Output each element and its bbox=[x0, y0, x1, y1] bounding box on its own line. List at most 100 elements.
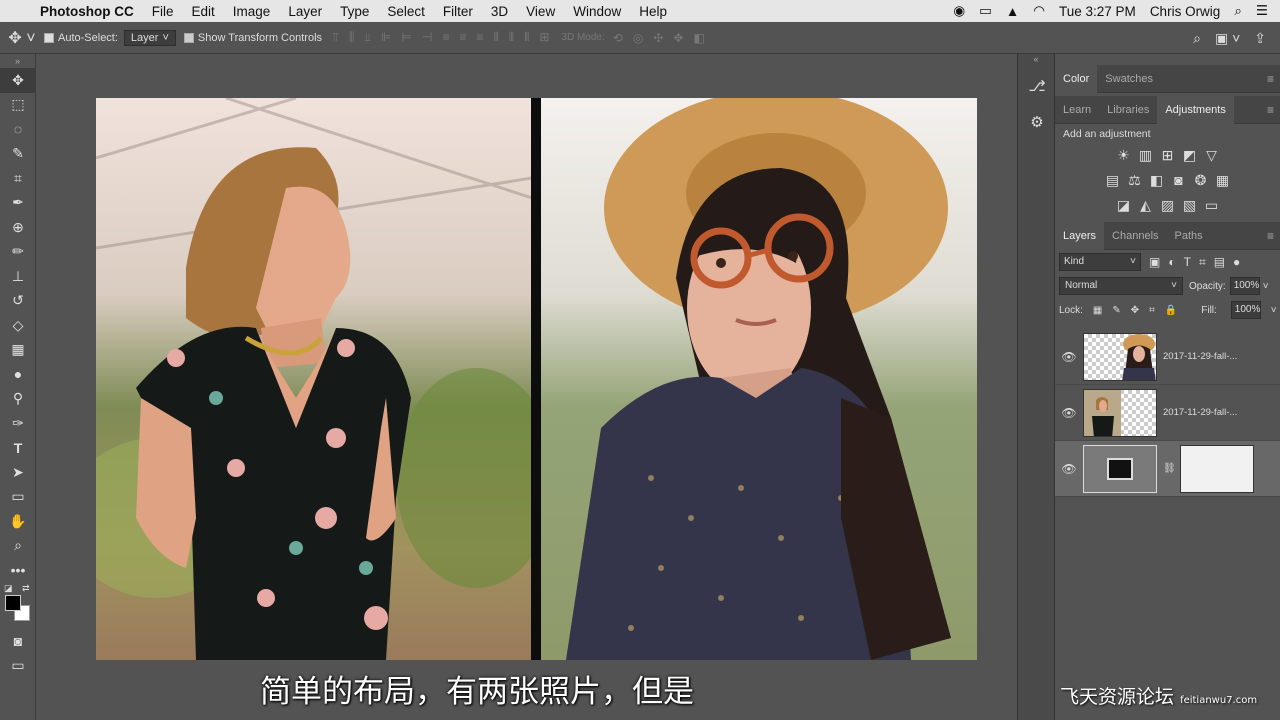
rectangle-tool-icon[interactable]: ▭ bbox=[0, 485, 36, 510]
clock[interactable]: Tue 3:27 PM bbox=[1059, 4, 1136, 19]
channel-mixer-icon[interactable]: ❂ bbox=[1193, 172, 1209, 189]
healing-brush-tool-icon[interactable]: ⊕ bbox=[0, 215, 36, 240]
eraser-tool-icon[interactable]: ◇ bbox=[0, 313, 36, 338]
align-top-icon[interactable]: ⫪ bbox=[332, 30, 339, 45]
filter-type-icon[interactable]: T bbox=[1184, 255, 1191, 269]
filter-toggle-icon[interactable]: ● bbox=[1233, 255, 1240, 269]
user-name[interactable]: Chris Orwig bbox=[1150, 4, 1221, 19]
search-icon[interactable]: ⌕ bbox=[1193, 30, 1201, 47]
distribute-vcenter-icon[interactable]: ≡ bbox=[459, 30, 466, 45]
filter-pixel-icon[interactable]: ▣ bbox=[1149, 255, 1160, 269]
filter-smart-object-icon[interactable]: ▤ bbox=[1214, 255, 1225, 269]
menu-help[interactable]: Help bbox=[639, 4, 667, 19]
properties-panel-icon[interactable]: ⚙ bbox=[1018, 104, 1056, 140]
color-balance-icon[interactable]: ⚖ bbox=[1127, 172, 1143, 189]
spotlight-search-icon[interactable]: ⌕ bbox=[1234, 3, 1242, 19]
chevron-down-icon[interactable]: ˅ bbox=[1263, 281, 1269, 292]
align-right-icon[interactable]: ⊣ bbox=[422, 30, 432, 45]
distribute-hcenter-icon[interactable]: ⦀ bbox=[509, 30, 514, 45]
foreground-color-swatch[interactable] bbox=[5, 594, 21, 611]
lasso-tool-icon[interactable]: ◌ bbox=[0, 117, 36, 142]
layer-row[interactable]: 👁 ⛓ bbox=[1055, 441, 1280, 497]
notification-center-icon[interactable]: ☰ bbox=[1256, 3, 1268, 19]
eyedropper-tool-icon[interactable]: ✒ bbox=[0, 191, 36, 216]
3d-slide-icon[interactable]: ✥ bbox=[673, 31, 683, 45]
layer-row[interactable]: 👁 2017-11-29-fall-... bbox=[1055, 385, 1280, 441]
show-transform-checkbox[interactable] bbox=[183, 32, 194, 43]
hand-tool-icon[interactable]: ✋ bbox=[0, 509, 36, 534]
distribute-bottom-icon[interactable]: ≡ bbox=[476, 30, 483, 45]
airplay-icon[interactable]: ▲ bbox=[1006, 4, 1019, 19]
exposure-icon[interactable]: ◩ bbox=[1182, 147, 1198, 164]
color-lookup-icon[interactable]: ▦ bbox=[1215, 172, 1231, 189]
distribute-left-icon[interactable]: ⦀ bbox=[494, 30, 499, 45]
lock-artboard-icon[interactable]: ⌗ bbox=[1149, 305, 1155, 316]
share-icon[interactable]: ⇪ bbox=[1254, 30, 1266, 47]
pen-tool-icon[interactable]: ✑ bbox=[0, 411, 36, 436]
creative-cloud-icon[interactable]: ◉ bbox=[953, 3, 965, 19]
visibility-eye-icon[interactable]: 👁 bbox=[1055, 406, 1083, 420]
tab-learn[interactable]: Learn bbox=[1055, 96, 1099, 124]
zoom-tool-icon[interactable]: ⌕ bbox=[0, 534, 36, 559]
auto-align-icon[interactable]: ⊞ bbox=[539, 30, 549, 45]
menu-edit[interactable]: Edit bbox=[192, 4, 215, 19]
quick-mask-icon[interactable]: ◙ bbox=[0, 629, 36, 654]
marquee-tool-icon[interactable]: ⬚ bbox=[0, 93, 36, 118]
fill-input[interactable]: 100% bbox=[1230, 301, 1261, 319]
hue-saturation-icon[interactable]: ▤ bbox=[1105, 172, 1121, 189]
lock-pixels-icon[interactable]: ✎ bbox=[1112, 305, 1120, 316]
layer-mask-thumbnail[interactable] bbox=[1179, 444, 1254, 493]
blend-mode-dropdown[interactable]: Normal ˅ bbox=[1059, 277, 1183, 295]
default-colors-icon[interactable]: ◪ bbox=[4, 583, 13, 594]
photo-right[interactable] bbox=[541, 98, 977, 660]
black-white-icon[interactable]: ◧ bbox=[1149, 172, 1165, 189]
align-vcenter-icon[interactable]: ⫼ bbox=[349, 30, 355, 45]
curves-icon[interactable]: ⊞ bbox=[1160, 147, 1176, 164]
blur-tool-icon[interactable]: ● bbox=[0, 362, 36, 387]
panel-menu-icon[interactable]: ≡ bbox=[1267, 96, 1274, 124]
screen-mode-icon[interactable]: ▭ bbox=[0, 653, 36, 678]
align-left-icon[interactable]: ⊫ bbox=[381, 30, 391, 45]
wifi-icon[interactable]: ◠ bbox=[1033, 3, 1045, 19]
panel-menu-icon[interactable]: ≡ bbox=[1267, 222, 1274, 250]
visibility-eye-icon[interactable]: 👁 bbox=[1055, 350, 1083, 364]
posterize-icon[interactable]: ◭ bbox=[1138, 197, 1154, 214]
menu-select[interactable]: Select bbox=[387, 4, 425, 19]
invert-icon[interactable]: ◪ bbox=[1116, 197, 1132, 214]
photo-left[interactable] bbox=[96, 98, 532, 660]
menu-image[interactable]: Image bbox=[233, 4, 271, 19]
chevron-down-icon[interactable]: ˅ bbox=[1271, 305, 1277, 316]
distribute-top-icon[interactable]: ≡ bbox=[442, 30, 449, 45]
auto-select-checkbox[interactable] bbox=[44, 32, 54, 43]
workspace-icon[interactable]: ▣ ˅ bbox=[1215, 30, 1240, 47]
move-tool-preset-icon[interactable]: ✥ ˅ bbox=[0, 28, 44, 48]
display-icon[interactable]: ▭ bbox=[979, 3, 992, 19]
brightness-contrast-icon[interactable]: ☀ bbox=[1116, 147, 1132, 164]
3d-roll-icon[interactable]: ◎ bbox=[633, 31, 643, 45]
3d-pan-icon[interactable]: ✣ bbox=[653, 31, 663, 45]
align-bottom-icon[interactable]: ⫫ bbox=[364, 30, 371, 45]
tab-adjustments[interactable]: Adjustments bbox=[1157, 95, 1234, 124]
brush-tool-icon[interactable]: ✏ bbox=[0, 240, 36, 265]
quick-select-tool-icon[interactable]: ✎ bbox=[0, 142, 36, 167]
panel-menu-icon[interactable]: ≡ bbox=[1267, 65, 1274, 93]
tab-color[interactable]: Color bbox=[1055, 64, 1098, 93]
gradient-tool-icon[interactable]: ▦ bbox=[0, 338, 36, 363]
vibrance-icon[interactable]: ▽ bbox=[1204, 147, 1220, 164]
lock-transparent-icon[interactable]: ▦ bbox=[1093, 305, 1102, 316]
lock-all-icon[interactable]: 🔒 bbox=[1165, 305, 1177, 316]
tab-paths[interactable]: Paths bbox=[1167, 222, 1211, 250]
history-panel-icon[interactable]: ⎇ bbox=[1018, 68, 1056, 104]
type-tool-icon[interactable]: T bbox=[0, 436, 36, 461]
history-brush-tool-icon[interactable]: ↺ bbox=[0, 289, 36, 314]
menu-layer[interactable]: Layer bbox=[288, 4, 322, 19]
3d-scale-icon[interactable]: ◧ bbox=[693, 31, 704, 45]
move-tool-icon[interactable]: ✥ bbox=[0, 68, 36, 93]
filter-shape-icon[interactable]: ⌗ bbox=[1199, 255, 1206, 270]
dodge-tool-icon[interactable]: ⚲ bbox=[0, 387, 36, 412]
auto-select-dropdown[interactable]: Layer ˅ bbox=[123, 29, 176, 46]
crop-tool-icon[interactable]: ⌗ bbox=[0, 166, 36, 191]
app-menu[interactable]: Photoshop CC bbox=[40, 4, 134, 19]
menu-3d[interactable]: 3D bbox=[491, 4, 508, 19]
layer-kind-filter[interactable]: Kind ˅ bbox=[1059, 253, 1141, 271]
